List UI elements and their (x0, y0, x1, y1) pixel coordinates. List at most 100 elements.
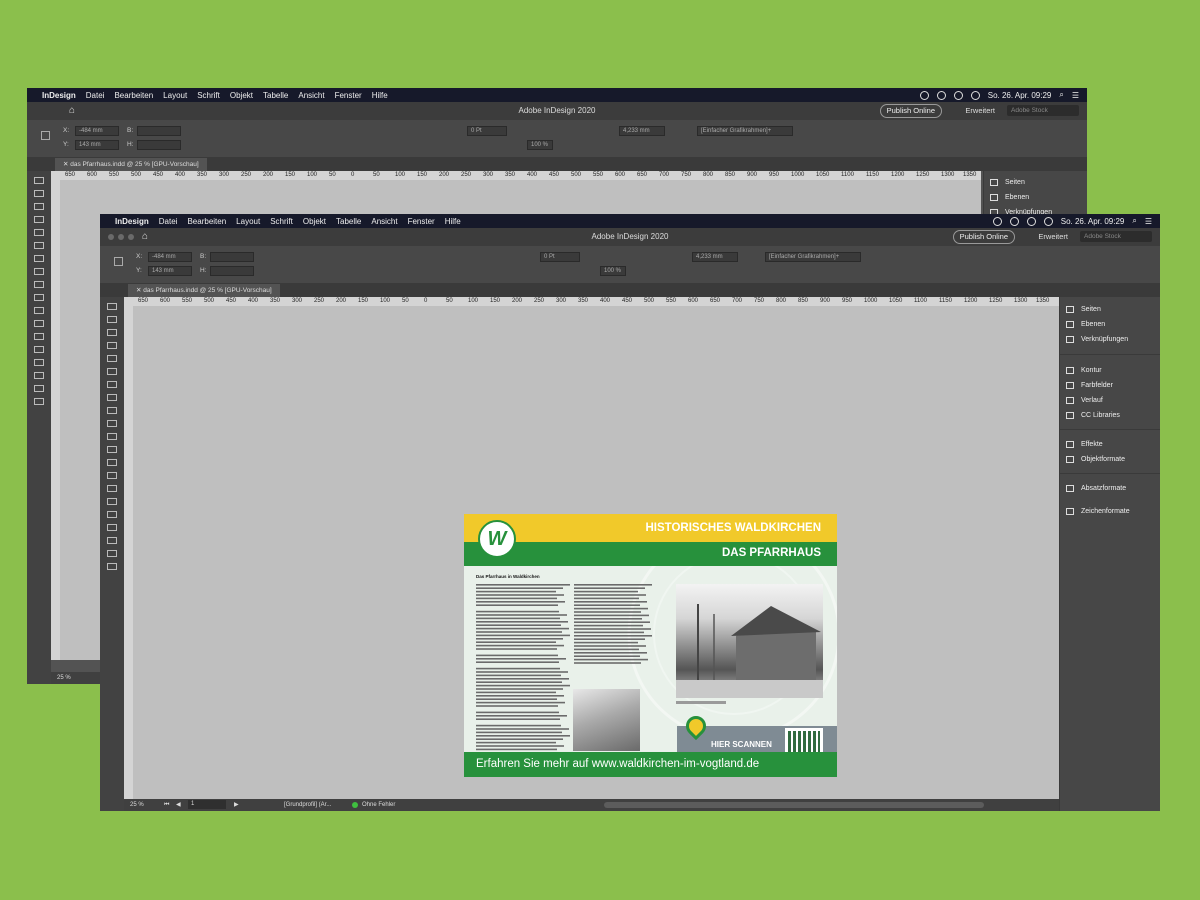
hand-tool-icon[interactable] (107, 511, 117, 518)
x-field[interactable]: -484 mm (75, 126, 119, 136)
selection-tool-icon[interactable] (107, 303, 117, 310)
gap-tool-icon[interactable] (107, 342, 117, 349)
y-field[interactable]: 143 mm (75, 140, 119, 150)
next-page-icon[interactable]: ▶ (234, 799, 239, 811)
creative-cloud-icon[interactable] (1009, 216, 1019, 226)
menu-datei[interactable]: Datei (86, 91, 105, 100)
menu-ansicht[interactable]: Ansicht (298, 91, 324, 100)
panel-ebenen[interactable]: Ebenen (984, 190, 1087, 205)
free-transform-tool-icon[interactable] (107, 459, 117, 466)
horizontal-ruler[interactable]: 650 600 550 500 450 400 350 300 250 200 … (51, 171, 981, 180)
page-number-field[interactable]: 1 (188, 800, 226, 809)
type-tool-icon[interactable] (34, 229, 44, 236)
note-tool-icon[interactable] (34, 346, 44, 353)
pen-tool-icon[interactable] (34, 255, 44, 262)
page-tool-icon[interactable] (107, 329, 117, 336)
workspace-switcher[interactable]: Erweitert (965, 106, 995, 115)
eyedropper-tool-icon[interactable] (107, 498, 117, 505)
menu-objekt[interactable]: Objekt (303, 217, 326, 226)
control-center-icon[interactable]: ☰ (1145, 217, 1152, 226)
status-icon[interactable] (919, 90, 929, 100)
rectangle-tool-icon[interactable] (34, 294, 44, 301)
workspace-switcher[interactable]: Erweitert (1038, 232, 1068, 241)
selection-tool-icon[interactable] (34, 177, 44, 184)
menu-bearbeiten[interactable]: Bearbeiten (187, 217, 226, 226)
menu-ansicht[interactable]: Ansicht (371, 217, 397, 226)
zoom-level[interactable]: 25 % (57, 675, 71, 681)
line-tool-icon[interactable] (107, 381, 117, 388)
panel-verknuepfungen[interactable]: Verknüpfungen (1060, 332, 1160, 347)
menu-app[interactable]: InDesign (115, 217, 149, 226)
menu-hilfe[interactable]: Hilfe (445, 217, 461, 226)
menu-schrift[interactable]: Schrift (197, 91, 220, 100)
publish-online-button[interactable]: Publish Online (879, 104, 942, 118)
content-collector-icon[interactable] (107, 355, 117, 362)
stroke-weight-field[interactable]: 0 Pt (540, 252, 580, 262)
zoom-tool-icon[interactable] (34, 385, 44, 392)
scissors-tool-icon[interactable] (34, 307, 44, 314)
gap-tool-icon[interactable] (34, 216, 44, 223)
fill-stroke-icon[interactable] (107, 537, 117, 544)
poster-footer-url[interactable]: Erfahren Sie mehr auf www.waldkirchen-im… (476, 758, 759, 770)
time-machine-icon[interactable] (953, 90, 963, 100)
menu-tabelle[interactable]: Tabelle (263, 91, 288, 100)
rectangle-frame-tool-icon[interactable] (34, 281, 44, 288)
gradient-tool-icon[interactable] (34, 333, 44, 340)
zoom-level[interactable]: 25 % (130, 799, 144, 811)
panel-effekte[interactable]: Effekte (1060, 437, 1160, 452)
control-center-icon[interactable]: ☰ (1072, 91, 1079, 100)
panel-seiten[interactable]: Seiten (1060, 302, 1160, 317)
stroke-weight-field[interactable]: 0 Pt (467, 126, 507, 136)
document-tab[interactable]: ✕ das Pfarrhaus.indd @ 25 % [GPU-Vorscha… (128, 284, 280, 297)
panel-ebenen[interactable]: Ebenen (1060, 317, 1160, 332)
menu-fenster[interactable]: Fenster (408, 217, 435, 226)
w-field[interactable] (137, 126, 181, 136)
vertical-ruler[interactable] (124, 306, 133, 799)
note-tool-icon[interactable] (107, 485, 117, 492)
panel-kontur[interactable]: Kontur (1060, 363, 1160, 378)
h-field[interactable] (137, 140, 181, 150)
poster-page[interactable]: HISTORISCHES WALDKIRCHEN DAS PFARRHAUS W… (464, 514, 837, 777)
menu-layout[interactable]: Layout (236, 217, 260, 226)
prev-page-icon[interactable]: ◀ (176, 799, 181, 811)
scissors-tool-icon[interactable] (107, 446, 117, 453)
panel-cc-libraries[interactable]: CC Libraries (1060, 408, 1160, 423)
adobe-stock-search[interactable]: Adobe Stock (1080, 231, 1152, 242)
horizontal-scrollbar[interactable] (604, 802, 984, 808)
document-tab[interactable]: ✕ das Pfarrhaus.indd @ 25 % [GPU-Vorscha… (55, 158, 207, 171)
clock[interactable]: So. 26. Apr. 09:29 (1061, 217, 1125, 226)
gap-field[interactable]: 4,233 mm (692, 252, 738, 262)
page-tool-icon[interactable] (34, 203, 44, 210)
free-transform-tool-icon[interactable] (34, 320, 44, 327)
eyedropper-tool-icon[interactable] (34, 359, 44, 366)
panel-zeichenformate[interactable]: Zeichenformate (1060, 504, 1160, 519)
pencil-tool-icon[interactable] (107, 407, 117, 414)
panel-seiten[interactable]: Seiten (984, 175, 1087, 190)
status-icon[interactable] (992, 216, 1002, 226)
pen-tool-icon[interactable] (107, 394, 117, 401)
zoom-tool-icon[interactable] (107, 524, 117, 531)
h-field[interactable] (210, 266, 254, 276)
time-machine-icon[interactable] (1026, 216, 1036, 226)
adobe-stock-search[interactable]: Adobe Stock (1007, 105, 1079, 116)
menu-tabelle[interactable]: Tabelle (336, 217, 361, 226)
menu-objekt[interactable]: Objekt (230, 91, 253, 100)
wifi-icon[interactable] (970, 90, 980, 100)
direct-selection-tool-icon[interactable] (34, 190, 44, 197)
rectangle-tool-icon[interactable] (107, 433, 117, 440)
reference-point-icon[interactable] (41, 131, 50, 140)
gap-field[interactable]: 4,233 mm (619, 126, 665, 136)
spotlight-icon[interactable]: ⌕ (1059, 90, 1063, 100)
rectangle-frame-tool-icon[interactable] (107, 420, 117, 427)
w-field[interactable] (210, 252, 254, 262)
object-style-select[interactable]: [Einfacher Grafikrahmen]+ (765, 252, 861, 262)
reference-point-icon[interactable] (114, 257, 123, 266)
wifi-icon[interactable] (1043, 216, 1053, 226)
spotlight-icon[interactable]: ⌕ (1132, 216, 1136, 226)
screen-mode-icon[interactable] (107, 563, 117, 570)
menu-schrift[interactable]: Schrift (270, 217, 293, 226)
line-tool-icon[interactable] (34, 242, 44, 249)
panel-farbfelder[interactable]: Farbfelder (1060, 378, 1160, 393)
menu-datei[interactable]: Datei (159, 217, 178, 226)
panel-absatzformate[interactable]: Absatzformate (1060, 481, 1160, 496)
